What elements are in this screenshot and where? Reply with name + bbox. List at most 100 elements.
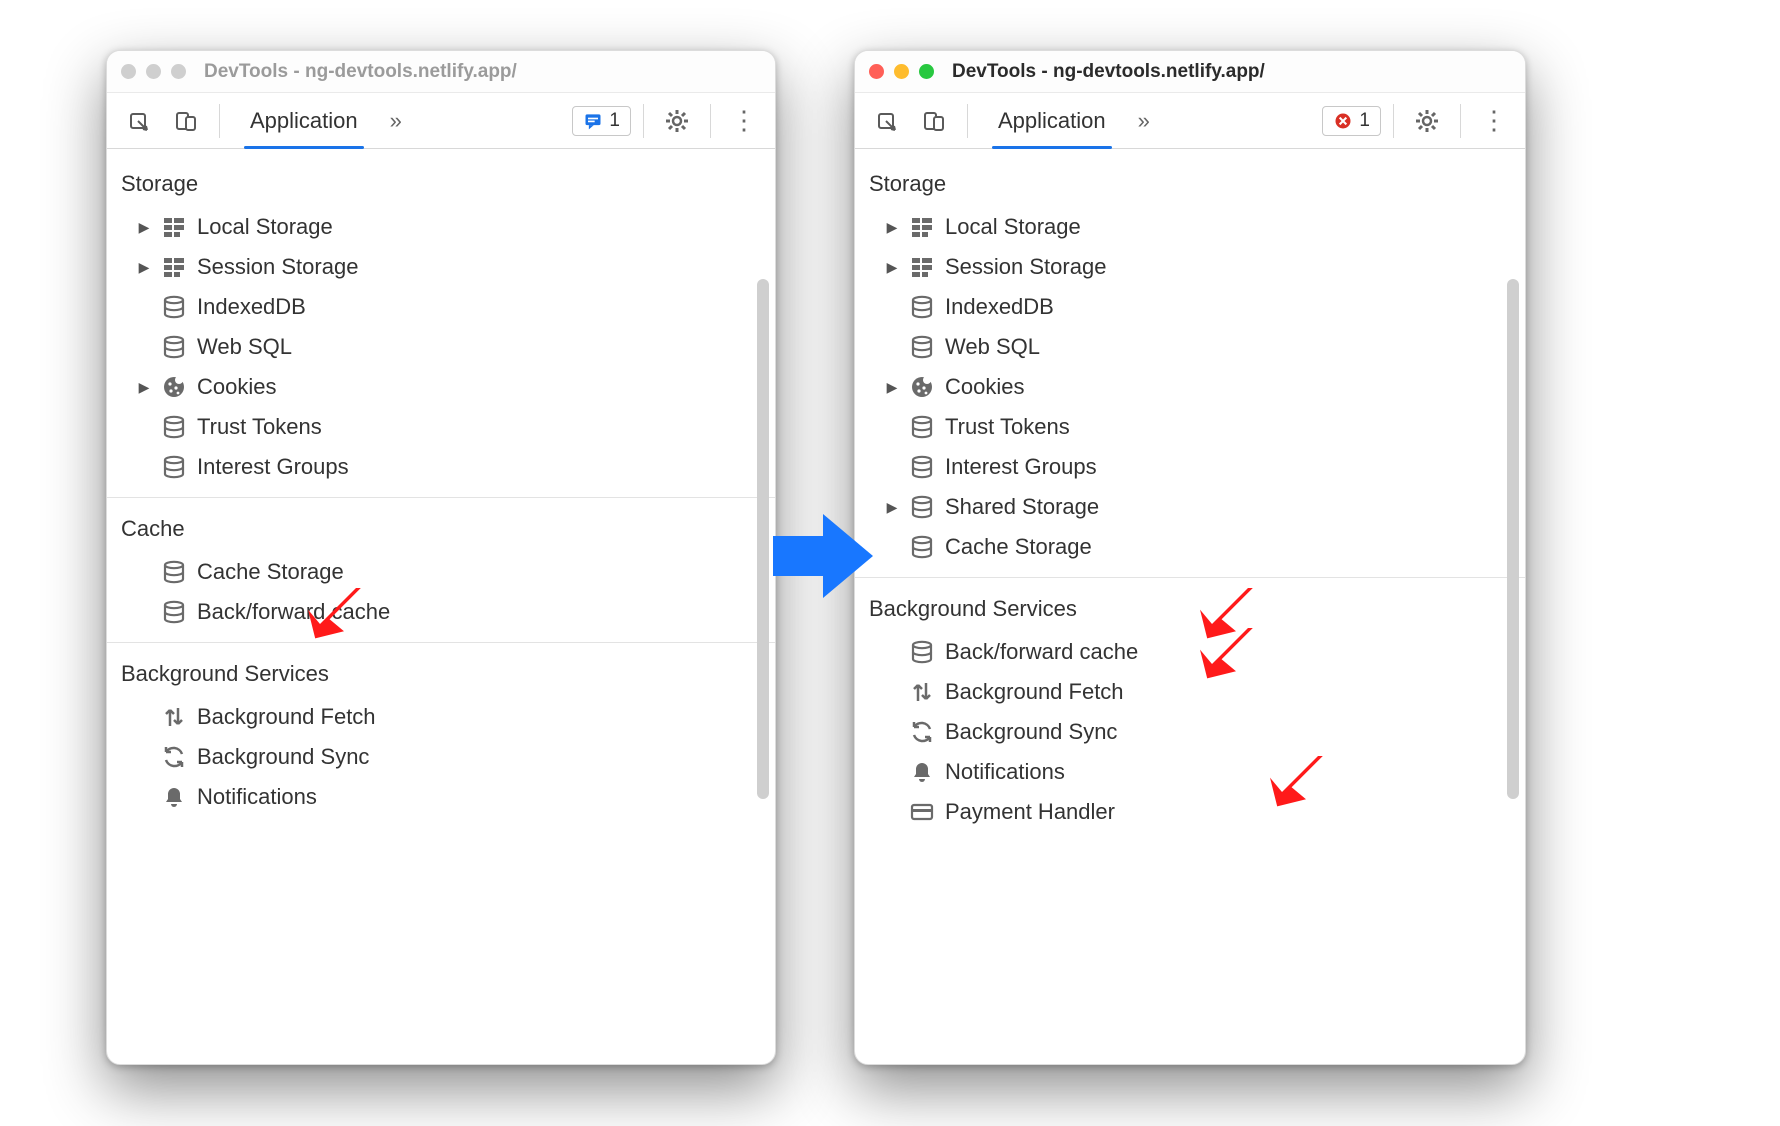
- close-dot[interactable]: [869, 64, 884, 79]
- tree-item-local-storage[interactable]: ▶Local Storage: [855, 207, 1525, 247]
- separator: [1393, 104, 1394, 138]
- more-tabs-button[interactable]: »: [382, 108, 410, 134]
- application-sidebar: Storage ▶Local Storage ▶Session Storage …: [107, 149, 775, 1064]
- traffic-lights: [869, 64, 934, 79]
- tree-item-session-storage[interactable]: ▶Session Storage: [855, 247, 1525, 287]
- grid-icon: [161, 214, 187, 240]
- devtools-toolbar: Application » 1 ⋮: [107, 93, 775, 149]
- window-title: DevTools - ng-devtools.netlify.app/: [204, 61, 517, 83]
- tree-item-cookies[interactable]: ▶Cookies: [107, 367, 775, 407]
- database-icon: [909, 639, 935, 665]
- panel-tab-application[interactable]: Application: [232, 93, 376, 149]
- up-down-arrow-icon: [909, 679, 935, 705]
- up-down-arrow-icon: [161, 704, 187, 730]
- sync-icon: [161, 744, 187, 770]
- panel-tab-label: Application: [998, 108, 1106, 134]
- database-icon: [909, 294, 935, 320]
- devtools-window-before: DevTools - ng-devtools.netlify.app/ Appl…: [106, 50, 776, 1065]
- bell-icon: [909, 759, 935, 785]
- tree-item-local-storage[interactable]: ▶Local Storage: [107, 207, 775, 247]
- database-icon: [161, 334, 187, 360]
- settings-button[interactable]: [656, 101, 698, 141]
- section-header-bg-services: Background Services: [107, 642, 775, 697]
- separator: [710, 104, 711, 138]
- errors-badge[interactable]: 1: [1322, 106, 1381, 136]
- tree-item-websql[interactable]: ▶Web SQL: [855, 327, 1525, 367]
- annotation-arrow-icon: [308, 588, 368, 648]
- database-icon: [161, 559, 187, 585]
- tree-item-cache-storage[interactable]: ▶Cache Storage: [107, 552, 775, 592]
- zoom-dot[interactable]: [171, 64, 186, 79]
- tree-item-indexeddb[interactable]: ▶IndexedDB: [107, 287, 775, 327]
- tree-item-notifications[interactable]: ▶Notifications: [107, 777, 775, 817]
- tree-item-session-storage[interactable]: ▶Session Storage: [107, 247, 775, 287]
- titlebar: DevTools - ng-devtools.netlify.app/: [107, 51, 775, 93]
- minimize-dot[interactable]: [894, 64, 909, 79]
- database-icon: [161, 414, 187, 440]
- tree-item-bfcache[interactable]: ▶Back/forward cache: [855, 632, 1525, 672]
- application-sidebar: Storage ▶Local Storage ▶Session Storage …: [855, 149, 1525, 1064]
- section-header-cache: Cache: [107, 497, 775, 552]
- card-icon: [909, 799, 935, 825]
- separator: [643, 104, 644, 138]
- window-title: DevTools - ng-devtools.netlify.app/: [952, 61, 1265, 83]
- database-icon: [909, 414, 935, 440]
- tree-item-bg-sync[interactable]: ▶Background Sync: [107, 737, 775, 777]
- device-toggle-button[interactable]: [165, 101, 207, 141]
- section-header-storage: Storage: [107, 155, 775, 207]
- panel-tab-application[interactable]: Application: [980, 93, 1124, 149]
- annotation-arrow-icon: [1200, 628, 1260, 688]
- menu-button[interactable]: ⋮: [723, 101, 765, 141]
- section-header-storage: Storage: [855, 155, 1525, 207]
- database-icon: [161, 454, 187, 480]
- grid-icon: [909, 214, 935, 240]
- transition-arrow-icon: [768, 506, 878, 606]
- panel-tab-label: Application: [250, 108, 358, 134]
- settings-button[interactable]: [1406, 101, 1448, 141]
- devtools-toolbar: Application » 1 ⋮: [855, 93, 1525, 149]
- database-icon: [909, 494, 935, 520]
- sync-icon: [909, 719, 935, 745]
- tree-item-websql[interactable]: ▶Web SQL: [107, 327, 775, 367]
- bell-icon: [161, 784, 187, 810]
- cookie-icon: [161, 374, 187, 400]
- database-icon: [909, 534, 935, 560]
- traffic-lights: [121, 64, 186, 79]
- errors-count: 1: [1359, 110, 1370, 132]
- tree-item-notifications[interactable]: ▶Notifications: [855, 752, 1525, 792]
- tree-item-trust-tokens[interactable]: ▶Trust Tokens: [107, 407, 775, 447]
- scrollbar-thumb[interactable]: [1507, 279, 1519, 799]
- tree-item-bg-fetch[interactable]: ▶Background Fetch: [855, 672, 1525, 712]
- separator: [967, 104, 968, 138]
- titlebar: DevTools - ng-devtools.netlify.app/: [855, 51, 1525, 93]
- annotation-arrow-icon: [1270, 756, 1330, 816]
- tree-item-payment-handler[interactable]: ▶Payment Handler: [855, 792, 1525, 832]
- grid-icon: [909, 254, 935, 280]
- tree-item-bg-fetch[interactable]: ▶Background Fetch: [107, 697, 775, 737]
- database-icon: [161, 599, 187, 625]
- close-dot[interactable]: [121, 64, 136, 79]
- menu-button[interactable]: ⋮: [1473, 101, 1515, 141]
- separator: [219, 104, 220, 138]
- separator: [1460, 104, 1461, 138]
- tree-item-cookies[interactable]: ▶Cookies: [855, 367, 1525, 407]
- error-icon: [1333, 111, 1353, 131]
- tree-item-indexeddb[interactable]: ▶IndexedDB: [855, 287, 1525, 327]
- zoom-dot[interactable]: [919, 64, 934, 79]
- tree-item-interest-groups[interactable]: ▶Interest Groups: [855, 447, 1525, 487]
- tree-item-trust-tokens[interactable]: ▶Trust Tokens: [855, 407, 1525, 447]
- devtools-window-after: DevTools - ng-devtools.netlify.app/ Appl…: [854, 50, 1526, 1065]
- inspect-button[interactable]: [117, 101, 159, 141]
- tree-item-shared-storage[interactable]: ▶Shared Storage: [855, 487, 1525, 527]
- inspect-button[interactable]: [865, 101, 907, 141]
- minimize-dot[interactable]: [146, 64, 161, 79]
- tree-item-bfcache[interactable]: ▶Back/forward cache: [107, 592, 775, 632]
- more-tabs-button[interactable]: »: [1130, 108, 1158, 134]
- tree-item-bg-sync[interactable]: ▶Background Sync: [855, 712, 1525, 752]
- tree-item-interest-groups[interactable]: ▶Interest Groups: [107, 447, 775, 487]
- tree-item-cache-storage[interactable]: ▶Cache Storage: [855, 527, 1525, 567]
- chat-icon: [583, 111, 603, 131]
- issues-badge[interactable]: 1: [572, 106, 631, 136]
- database-icon: [909, 454, 935, 480]
- device-toggle-button[interactable]: [913, 101, 955, 141]
